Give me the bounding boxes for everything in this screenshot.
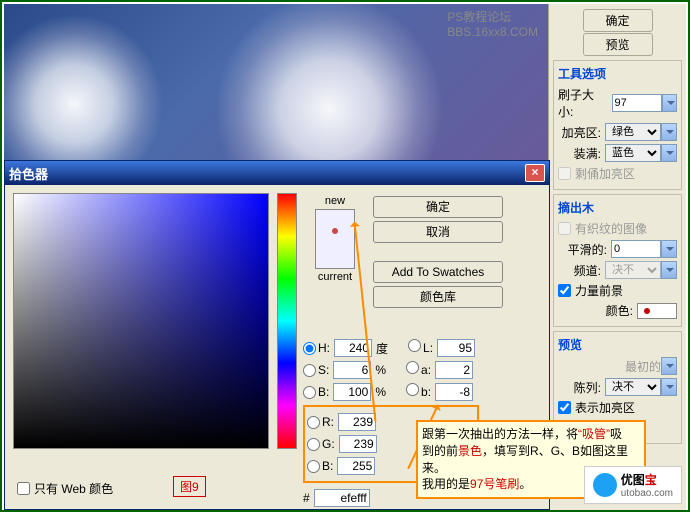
section-title: 工具选项 <box>558 65 677 82</box>
extract-section: 摘出木 有织纹的图像 平滑的: 频道: 决不 力量前景 颜色: <box>553 194 682 327</box>
brush-size-input[interactable] <box>612 94 662 112</box>
smooth-label: 平滑的: <box>568 241 607 258</box>
b-input[interactable] <box>333 383 371 401</box>
brush-size-label: 刷子大小: <box>558 86 608 120</box>
section-title: 摘出木 <box>558 199 677 216</box>
cancel-button[interactable]: 取消 <box>373 221 503 243</box>
color-lib-button[interactable]: 颜色库 <box>373 286 503 308</box>
watermark: PS教程论坛 BBS.16xx8.COM <box>447 8 538 39</box>
s-label: S: <box>318 363 329 377</box>
new-label: new <box>305 195 365 207</box>
lab-b-radio[interactable] <box>406 383 419 396</box>
highlight-select[interactable]: 绿色 <box>605 123 661 141</box>
show-highlight-label: 表示加亮区 <box>575 399 635 416</box>
hex-input[interactable] <box>314 489 370 507</box>
highlight-label: 加亮区: <box>562 124 601 141</box>
chevron-down-icon <box>661 261 677 279</box>
color-field[interactable] <box>13 193 269 449</box>
s-input[interactable] <box>333 361 371 379</box>
display-label: 陈列: <box>574 379 601 396</box>
unit: % <box>375 385 386 399</box>
s-radio[interactable] <box>303 364 316 377</box>
tool-options-section: 工具选项 刷子大小: 加亮区: 绿色 装满: 蓝色 剩俑加亮区 <box>553 60 682 190</box>
a-radio[interactable] <box>406 361 419 374</box>
show-highlight-checkbox[interactable] <box>558 401 571 414</box>
canvas-area: PS教程论坛 BBS.16xx8.COM <box>4 4 550 164</box>
ok-button[interactable]: 确定 <box>373 196 503 218</box>
residual-label: 剩俑加亮区 <box>575 165 635 182</box>
close-icon[interactable]: × <box>525 164 545 182</box>
g-radio[interactable] <box>307 438 320 451</box>
chevron-down-icon[interactable] <box>661 378 677 396</box>
rgb-b-label: B: <box>322 459 333 473</box>
current-label: current <box>305 271 365 283</box>
logo-url: utobao.com <box>621 488 673 499</box>
l-input[interactable] <box>437 339 475 357</box>
residual-checkbox <box>558 167 571 180</box>
r-input[interactable] <box>338 413 376 431</box>
section-title: 预览 <box>558 336 677 353</box>
a-input[interactable] <box>435 361 473 379</box>
web-only-label: 只有 Web 颜色 <box>34 480 113 497</box>
channel-select: 决不 <box>605 261 661 279</box>
chevron-down-icon <box>661 357 677 375</box>
hue-slider[interactable] <box>277 193 297 449</box>
rgb-b-input[interactable] <box>337 457 375 475</box>
g-input[interactable] <box>339 435 377 453</box>
channel-label: 频道: <box>574 262 601 279</box>
textured-checkbox <box>558 222 571 235</box>
rgb-b-radio[interactable] <box>307 460 320 473</box>
unit: % <box>375 363 386 377</box>
dialog-title: 拾色器 <box>9 164 48 183</box>
titlebar[interactable]: 拾色器 × <box>5 161 549 185</box>
color-swatch[interactable] <box>637 303 677 319</box>
force-fg-checkbox[interactable] <box>558 284 571 297</box>
h-radio[interactable] <box>303 342 316 355</box>
l-radio[interactable] <box>408 339 421 352</box>
unit: 度 <box>376 340 388 357</box>
r-label: R: <box>322 415 334 429</box>
web-only-checkbox[interactable] <box>17 482 30 495</box>
web-only-row: 只有 Web 颜色 <box>17 480 113 497</box>
g-label: G: <box>322 437 335 451</box>
textured-label: 有织纹的图像 <box>575 220 647 237</box>
chevron-down-icon[interactable] <box>661 240 677 258</box>
lab-b-input[interactable] <box>435 383 473 401</box>
figure-label: 图9 <box>173 476 206 497</box>
force-fg-label: 力量前景 <box>575 282 623 299</box>
hex-label: # <box>303 491 310 505</box>
dandelion-image <box>4 14 164 164</box>
logo: 优图宝 utobao.com <box>584 466 682 504</box>
smooth-input[interactable] <box>611 240 661 258</box>
l-label: L: <box>423 341 433 355</box>
r-radio[interactable] <box>307 416 320 429</box>
lab-b-label: b: <box>421 385 431 399</box>
ok-button[interactable]: 确定 <box>583 9 653 32</box>
chevron-down-icon[interactable] <box>661 123 677 141</box>
logo-text: 优图宝 <box>621 471 673 488</box>
a-label: a: <box>421 363 431 377</box>
initial-label: 最初的 <box>625 358 661 375</box>
chevron-down-icon[interactable] <box>662 94 678 112</box>
bird-icon <box>593 473 617 497</box>
chevron-down-icon[interactable] <box>661 144 677 162</box>
dandelion-image <box>214 4 444 164</box>
fill-label: 装满: <box>574 145 601 162</box>
add-swatch-button[interactable]: Add To Swatches <box>373 261 503 283</box>
fill-select[interactable]: 蓝色 <box>605 144 661 162</box>
h-label: H: <box>318 341 330 355</box>
color-label: 颜色: <box>606 302 633 319</box>
b-radio[interactable] <box>303 386 316 399</box>
display-select[interactable]: 决不 <box>605 378 661 396</box>
preview-button[interactable]: 预览 <box>583 33 653 56</box>
b-label: B: <box>318 385 329 399</box>
